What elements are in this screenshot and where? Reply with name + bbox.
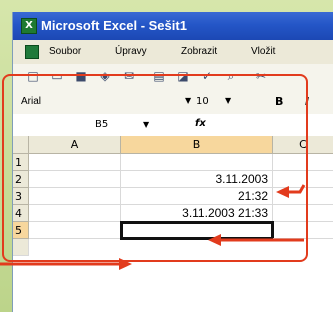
arrow-to-b2	[288, 184, 306, 194]
arrow-head-b4	[119, 258, 132, 270]
arrow-head-b3	[208, 234, 221, 246]
arrow-head-b2	[276, 186, 289, 198]
annotation-arrows	[0, 184, 306, 270]
